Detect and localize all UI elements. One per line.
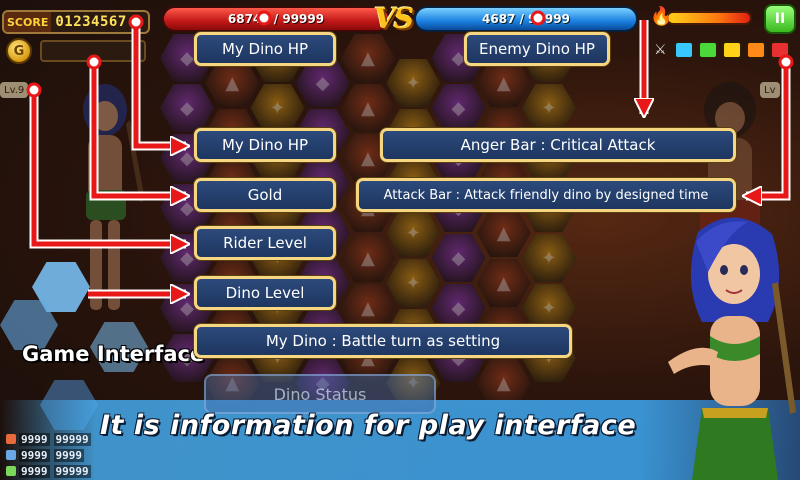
callout-dino-level: Dino Level: [194, 276, 336, 310]
callout-arrows: [26, 10, 794, 480]
callout-text: Gold: [247, 186, 283, 204]
callout-text: Anger Bar : Critical Attack: [460, 136, 656, 154]
callout-gold: Gold: [194, 178, 336, 212]
callout-attack-bar: Attack Bar : Attack friendly dino by des…: [356, 178, 736, 212]
game-screen: ◆◆◆◆◆◆◆▲▲▲▲▲▲▲✦✦✦✦✦✦✦◆◆◆◆◆◆◆▲▲▲▲▲▲▲✦✦✦✦✦…: [0, 0, 800, 480]
callout-anger-bar: Anger Bar : Critical Attack: [380, 128, 736, 162]
callout-enemy-dino-hp: Enemy Dino HP: [464, 32, 610, 66]
callout-rider-level: Rider Level: [194, 226, 336, 260]
callout-text: Rider Level: [223, 234, 307, 252]
callout-text: My Dino : Battle turn as setting: [265, 332, 501, 350]
callout-text: My Dino HP: [221, 136, 309, 154]
callout-my-dino: My Dino : Battle turn as setting: [194, 324, 572, 358]
callout-my-dino-hp: My Dino HP: [194, 128, 336, 162]
callout-text: My Dino HP: [221, 40, 309, 58]
callout-text: Attack Bar : Attack friendly dino by des…: [383, 187, 709, 203]
callout-my-dino-hp-top: My Dino HP: [194, 32, 336, 66]
callout-text: Dino Level: [225, 284, 305, 302]
callout-text: Enemy Dino HP: [479, 40, 595, 58]
